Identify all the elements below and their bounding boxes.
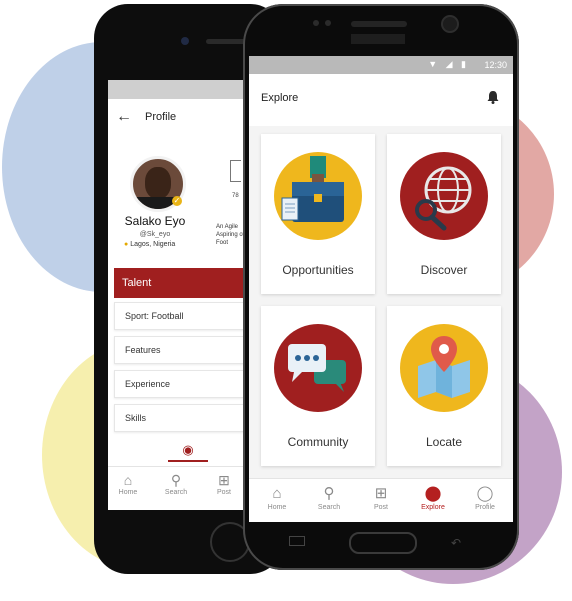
bottom-nav: ⌂ Home ⚲ Search ⊞ Post [108, 466, 244, 510]
home-icon: ⌂ [123, 472, 133, 488]
card-community[interactable]: Community [261, 306, 375, 466]
sensor-dot [313, 20, 319, 26]
location-pin-icon: ● [124, 241, 129, 248]
profile-name: Salako Eyo [124, 214, 186, 228]
nav-home[interactable]: ⌂ Home [110, 471, 146, 496]
talent-section-header[interactable]: Talent [114, 268, 244, 298]
talent-item-skills[interactable]: Skills [114, 404, 244, 432]
chat-bubbles-icon [274, 324, 362, 412]
profile-bio: An Agile Aspiring of Foot [216, 224, 244, 246]
nav-home[interactable]: ⌂ Home [253, 484, 301, 511]
profile-header: ← Profile [108, 99, 244, 139]
home-icon: ⌂ [272, 485, 282, 502]
nav-search[interactable]: ⚲ Search [305, 484, 353, 511]
back-icon[interactable]: ↶ [451, 536, 461, 550]
card-label: Discover [420, 263, 468, 277]
profile-handle: @Sk_eyo [139, 231, 171, 238]
status-bar [108, 80, 244, 99]
recent-apps-icon[interactable] [289, 536, 305, 546]
status-time: 12:30 [484, 60, 507, 70]
card-opportunities[interactable]: Opportunities [261, 134, 375, 294]
profile-location: ● Lagos, Nigeria [124, 241, 176, 248]
card-discover[interactable]: Discover [387, 134, 501, 294]
status-icons: ▼ ◢ ▮ [428, 59, 469, 69]
card-locate[interactable]: Locate [387, 306, 501, 466]
plus-icon: ⊞ [218, 472, 230, 488]
explore-screen: ▼ ◢ ▮ 12:30 Explore Opportunities Discov… [249, 56, 513, 522]
explore-grid: Opportunities Discover Community Locate [249, 126, 513, 478]
card-label: Community [287, 435, 349, 449]
talent-item-experience[interactable]: Experience [114, 370, 244, 398]
nav-post[interactable]: ⊞ Post [357, 484, 405, 511]
profile-icon: ◯ [476, 485, 494, 502]
status-bar: ▼ ◢ ▮ 12:30 [249, 56, 513, 74]
nav-explore[interactable]: ⬤ Explore [409, 484, 457, 511]
card-label: Locate [425, 435, 463, 449]
stat-box [230, 160, 241, 182]
bell-icon[interactable] [487, 90, 499, 107]
nav-post[interactable]: ⊞ Post [206, 471, 242, 496]
front-camera [181, 37, 189, 45]
arrow-left-icon[interactable]: ← [116, 108, 132, 126]
front-camera [441, 15, 459, 33]
stat-value: 78 [232, 193, 239, 199]
hardware-buttons: ↶ [283, 528, 483, 558]
verified-badge-icon: ✓ [172, 196, 182, 206]
nav-profile[interactable]: ◯ Profile [461, 484, 509, 511]
home-button[interactable] [349, 532, 417, 554]
nav-search[interactable]: ⚲ Search [158, 471, 194, 496]
explore-header: Explore [249, 74, 513, 126]
explore-icon: ⬤ [424, 485, 442, 502]
front-phone: ▼ ◢ ▮ 12:30 Explore Opportunities Discov… [243, 4, 519, 570]
sensor-dot [325, 20, 331, 26]
camera-icon[interactable]: ◉ [168, 442, 208, 462]
search-icon: ⚲ [170, 472, 182, 488]
search-icon: ⚲ [323, 485, 335, 502]
talent-item-features[interactable]: Features [114, 336, 244, 364]
sensor-strip [351, 34, 405, 44]
page-title: Profile [145, 111, 177, 123]
briefcase-icon [274, 152, 362, 240]
page-title: Explore [261, 92, 299, 104]
map-pin-icon [400, 324, 488, 412]
earpiece-speaker [351, 21, 407, 27]
earpiece-speaker [206, 39, 248, 44]
plus-icon: ⊞ [374, 485, 388, 502]
talent-item-sport[interactable]: Sport: Football [114, 302, 244, 330]
profile-screen: ← Profile ✓ Salako Eyo @Sk_eyo ● Lagos, … [108, 80, 244, 510]
card-label: Opportunities [282, 263, 354, 277]
bottom-nav: ⌂ Home ⚲ Search ⊞ Post ⬤ Explore ◯ Profi… [249, 478, 513, 522]
globe-search-icon [400, 152, 488, 240]
